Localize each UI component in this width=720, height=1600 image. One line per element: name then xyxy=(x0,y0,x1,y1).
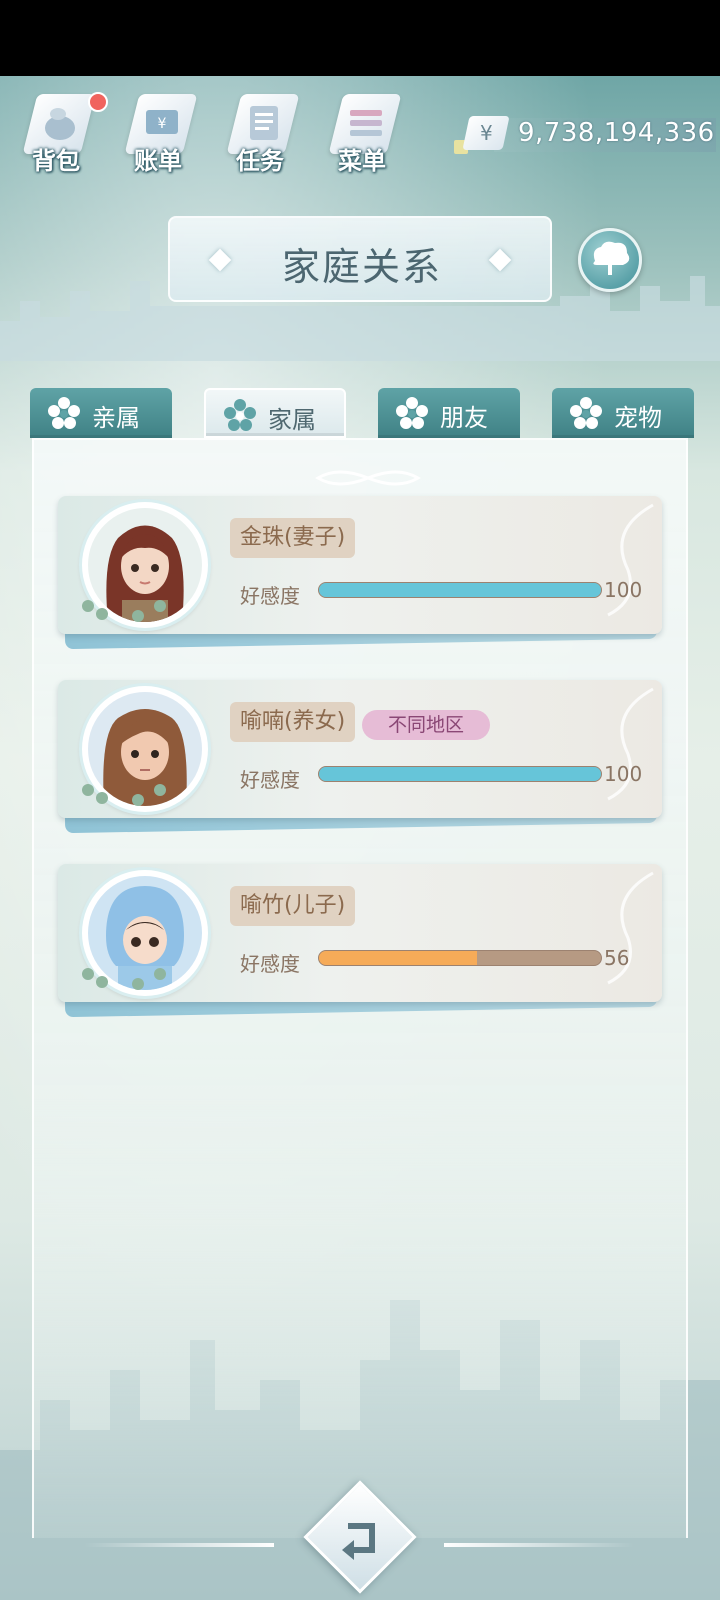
relation-tabs: 亲属 家属 朋友 宠物 xyxy=(30,388,694,438)
vine-decoration xyxy=(607,503,654,617)
menu-icon xyxy=(350,110,382,136)
notification-badge xyxy=(88,92,108,112)
page-title-box: 家庭关系 xyxy=(168,216,552,302)
flower-icon xyxy=(570,397,602,429)
affection-label: 好感度 xyxy=(240,584,300,608)
affection-bar xyxy=(318,582,602,598)
nav-bill-button[interactable]: ¥ 账单 xyxy=(120,86,198,176)
yuan-icon: ¥ xyxy=(462,116,510,150)
currency-display[interactable]: ¥ 9,738,194,336 xyxy=(454,116,716,154)
tab-friends[interactable]: 朋友 xyxy=(378,388,520,438)
bill-icon: ¥ xyxy=(146,110,178,134)
svg-text:¥: ¥ xyxy=(158,116,167,132)
member-name: 喻竹(儿子) xyxy=(230,886,356,926)
affection-label: 好感度 xyxy=(240,768,300,792)
status-bar xyxy=(0,0,720,76)
currency-value: 9,738,194,336 xyxy=(518,118,715,148)
nav-label: 任务 xyxy=(236,147,284,175)
divider-line xyxy=(444,1543,634,1547)
back-arrow-icon xyxy=(342,1523,375,1560)
leaf-decoration xyxy=(82,968,166,990)
vine-decoration xyxy=(607,687,654,801)
affection-fill xyxy=(319,767,601,781)
member-card[interactable]: 喻喃(养女) 不同地区 好感度 100 xyxy=(58,680,668,834)
family-tree-icon xyxy=(593,241,630,275)
leaf-decoration xyxy=(82,784,166,806)
nav-label: 菜单 xyxy=(338,147,386,175)
leaf-decoration xyxy=(82,600,166,622)
nav-label: 背包 xyxy=(32,147,80,175)
affection-value: 100 xyxy=(604,578,643,602)
affection-bar xyxy=(318,950,602,966)
tab-relatives[interactable]: 亲属 xyxy=(30,388,172,438)
member-name: 金珠(妻子) xyxy=(230,518,356,558)
tab-label: 家属 xyxy=(268,406,316,434)
affection-bar xyxy=(318,766,602,782)
affection-fill xyxy=(319,583,601,597)
tab-pets[interactable]: 宠物 xyxy=(552,388,694,438)
tab-label: 亲属 xyxy=(92,404,140,432)
divider-line xyxy=(84,1543,274,1547)
nav-bag-button[interactable]: 背包 xyxy=(18,86,108,176)
task-icon xyxy=(250,106,278,140)
region-badge: 不同地区 xyxy=(362,710,490,740)
card-body: 喻喃(养女) 不同地区 好感度 100 xyxy=(58,680,662,818)
member-card[interactable]: 金珠(妻子) 好感度 100 xyxy=(58,496,668,650)
nav-task-button[interactable]: 任务 xyxy=(222,86,300,176)
affection-value: 100 xyxy=(604,762,643,786)
ornament-decoration xyxy=(315,470,421,486)
nav-label: 账单 xyxy=(134,147,182,175)
top-nav: 背包 ¥ 账单 任务 菜单 xyxy=(18,86,402,176)
tab-label: 朋友 xyxy=(440,404,488,432)
card-body: 金珠(妻子) 好感度 100 xyxy=(58,496,662,634)
nav-menu-button[interactable]: 菜单 xyxy=(324,86,402,176)
flower-icon xyxy=(48,397,80,429)
member-list-panel: 金珠(妻子) 好感度 100 喻喃(养女) 不同地区 好感度 100 喻竹(儿子… xyxy=(32,438,688,1538)
bag-icon xyxy=(45,108,75,140)
member-name: 喻喃(养女) xyxy=(230,702,356,742)
vine-decoration xyxy=(607,871,654,985)
family-tree-button[interactable] xyxy=(578,228,642,292)
tab-label: 宠物 xyxy=(614,404,662,432)
affection-fill xyxy=(319,951,477,965)
member-card[interactable]: 喻竹(儿子) 好感度 56 xyxy=(58,864,668,1018)
flower-icon xyxy=(396,397,428,429)
flower-icon xyxy=(224,399,256,431)
tab-family[interactable]: 家属 xyxy=(204,388,346,438)
affection-label: 好感度 xyxy=(240,952,300,976)
affection-value: 56 xyxy=(604,946,630,970)
card-body: 喻竹(儿子) 好感度 56 xyxy=(58,864,662,1002)
